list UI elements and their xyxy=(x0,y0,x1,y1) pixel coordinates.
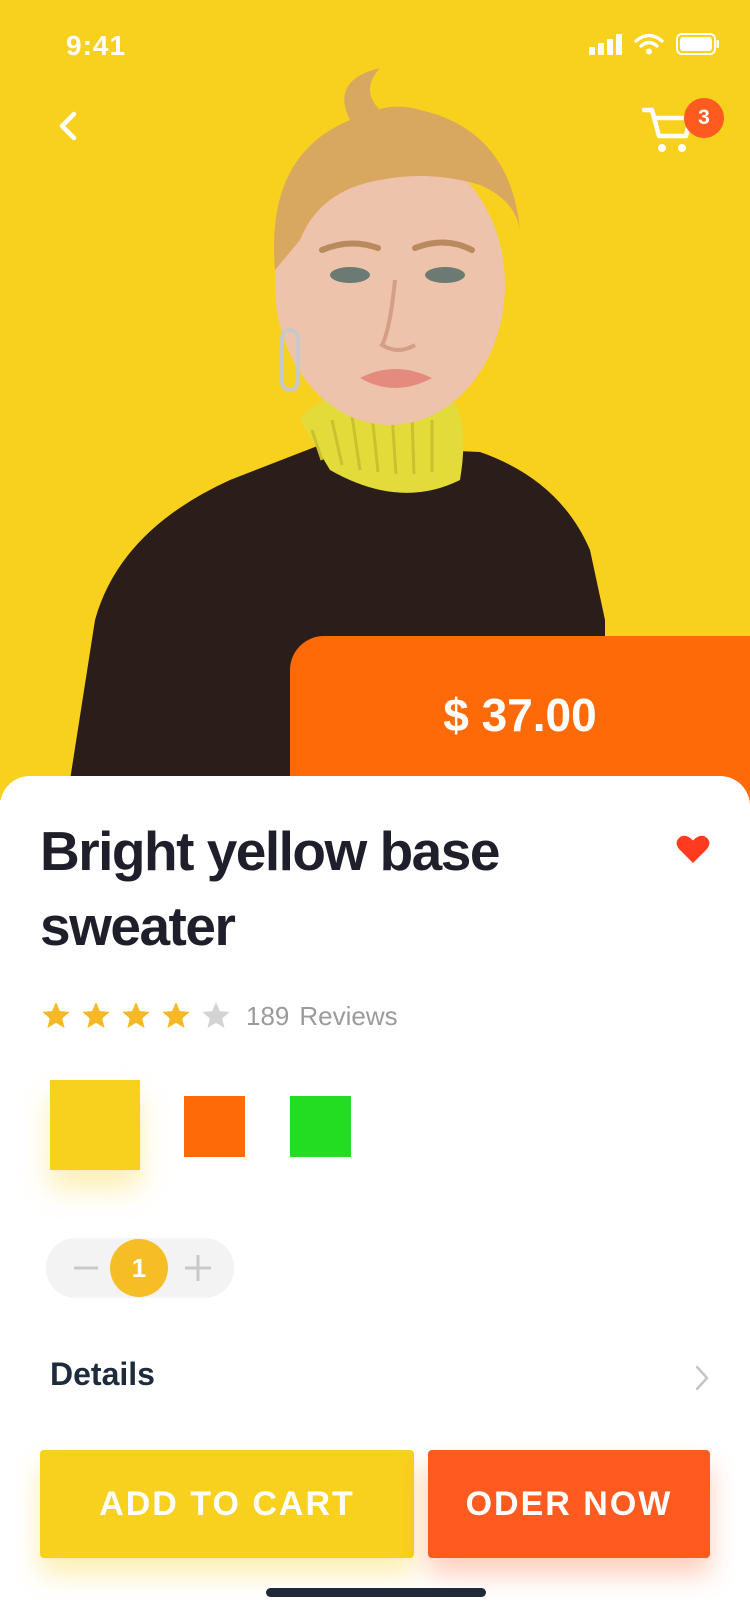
details-label: Details xyxy=(50,1356,155,1392)
star-filled-icon xyxy=(82,1002,110,1028)
add-to-cart-button[interactable]: ADD TO CART xyxy=(40,1450,414,1558)
increment-button[interactable] xyxy=(176,1246,220,1290)
signal-icon xyxy=(589,33,622,55)
quantity-stepper: 1 xyxy=(46,1238,234,1298)
chevron-right-icon xyxy=(695,1365,709,1391)
chevron-left-icon xyxy=(59,111,77,141)
color-swatch-green[interactable] xyxy=(290,1096,351,1157)
reviews-count: 189 xyxy=(246,1000,290,1031)
favorite-button[interactable] xyxy=(676,834,710,869)
decrement-button[interactable] xyxy=(64,1246,108,1290)
minus-icon xyxy=(74,1266,98,1270)
home-indicator[interactable] xyxy=(266,1588,486,1597)
status-time: 9:41 xyxy=(66,30,127,61)
status-icons xyxy=(589,33,720,55)
battery-icon xyxy=(676,33,719,55)
star-empty-icon xyxy=(202,1002,230,1028)
product-details-sheet: Bright yellow base sweater 189 Reviews 1… xyxy=(0,776,750,1624)
star-filled-icon xyxy=(162,1002,190,1028)
heart-icon xyxy=(676,835,710,863)
details-row[interactable]: Details xyxy=(50,1356,710,1406)
cart-button[interactable]: 3 xyxy=(640,98,724,162)
product-title: Bright yellow base sweater xyxy=(40,820,500,957)
reviews-label: Reviews xyxy=(299,1000,398,1031)
product-price: $ 37.00 xyxy=(443,689,597,741)
color-swatch-orange[interactable] xyxy=(184,1096,245,1157)
status-bar: 9:41 xyxy=(0,0,750,96)
back-button[interactable] xyxy=(48,106,88,146)
star-filled-icon xyxy=(122,1002,150,1028)
plus-icon xyxy=(185,1255,211,1281)
color-swatch-yellow[interactable] xyxy=(50,1080,140,1170)
product-rating: 189 Reviews xyxy=(40,1000,398,1032)
order-now-button[interactable]: ODER NOW xyxy=(428,1450,710,1558)
quantity-value: 1 xyxy=(110,1239,168,1297)
star-filled-icon xyxy=(42,1002,70,1028)
cart-count-badge: 3 xyxy=(684,98,724,138)
wifi-icon xyxy=(634,33,664,55)
